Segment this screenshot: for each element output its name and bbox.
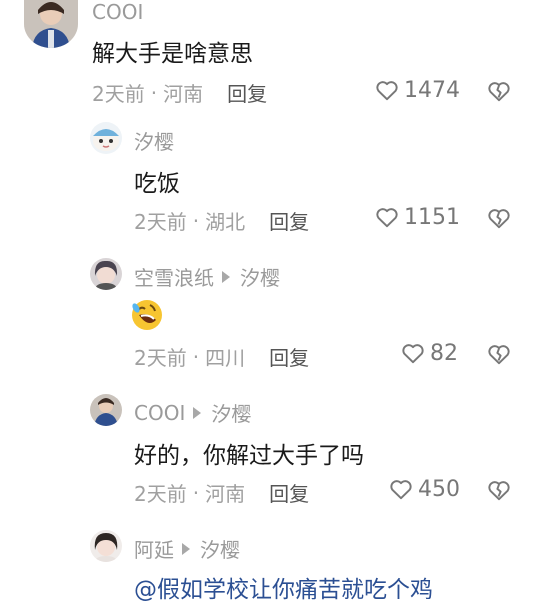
like-count: 1151 bbox=[404, 204, 460, 230]
comment-time: 2天前 bbox=[92, 82, 145, 106]
avatar[interactable] bbox=[90, 394, 122, 426]
meta-separator: · bbox=[192, 344, 200, 369]
like-button[interactable]: 82 bbox=[400, 340, 458, 366]
like-button[interactable]: 1151 bbox=[374, 204, 460, 230]
reply-button[interactable]: 回复 bbox=[269, 478, 309, 507]
meta-separator: · bbox=[192, 480, 200, 505]
like-button[interactable]: 450 bbox=[388, 476, 460, 502]
comment-text-mention[interactable]: @假如学校让你痛苦就吃个鸡 bbox=[134, 570, 433, 604]
heart-outline-icon bbox=[390, 480, 412, 500]
comment-text: 吃饭 bbox=[134, 171, 180, 197]
comment-username[interactable]: COOI 汐樱 bbox=[134, 398, 251, 427]
reply-button[interactable]: 回复 bbox=[269, 206, 309, 235]
broken-heart-icon[interactable] bbox=[486, 205, 512, 231]
comment-location: 河南 bbox=[205, 482, 246, 506]
comment-location: 河南 bbox=[163, 82, 204, 106]
username-text[interactable]: COOI bbox=[134, 401, 185, 425]
comment-time: 2天前 bbox=[134, 210, 187, 234]
username-text[interactable]: 阿延 bbox=[134, 534, 174, 563]
comment-meta: 2天前 · 四川 回复 bbox=[134, 342, 309, 371]
broken-heart-icon[interactable] bbox=[486, 78, 512, 104]
avatar-image bbox=[90, 258, 122, 290]
comment-thread: COOI 解大手是啥意思 2天前 · 河南 回复 1474 汐樱 吃饭 2天前 … bbox=[0, 0, 540, 612]
comment-meta: 2天前 · 湖北 回复 bbox=[134, 206, 309, 235]
reply-button[interactable]: 回复 bbox=[227, 78, 267, 107]
broken-heart-icon[interactable] bbox=[486, 477, 512, 503]
avatar[interactable] bbox=[90, 530, 122, 562]
reply-arrow-icon bbox=[222, 270, 230, 283]
meta-separator: · bbox=[150, 80, 158, 105]
comment-username[interactable]: COOI bbox=[92, 0, 143, 24]
comment-location: 四川 bbox=[205, 346, 246, 370]
meta-separator: · bbox=[192, 208, 200, 233]
avatar[interactable] bbox=[90, 258, 122, 290]
reply-arrow-icon bbox=[182, 542, 190, 555]
avatar[interactable] bbox=[24, 0, 78, 48]
like-count: 82 bbox=[430, 340, 458, 366]
comment-time: 2天前 bbox=[134, 346, 187, 370]
like-count: 450 bbox=[418, 476, 460, 502]
comment-username[interactable]: 阿延 汐樱 bbox=[134, 534, 240, 563]
heart-outline-icon bbox=[376, 81, 398, 101]
reply-button[interactable]: 回复 bbox=[269, 342, 309, 371]
avatar-image bbox=[90, 122, 122, 154]
comment-text: 好的，你解过大手了吗 bbox=[134, 443, 364, 469]
avatar-image bbox=[90, 394, 122, 426]
comment-meta: 2天前 · 河南 回复 bbox=[134, 478, 309, 507]
broken-heart-icon[interactable] bbox=[486, 341, 512, 367]
heart-outline-icon bbox=[402, 344, 424, 364]
reply-to-username[interactable]: 汐樱 bbox=[211, 398, 251, 427]
comment-meta: 2天前 · 河南 回复 bbox=[92, 78, 267, 107]
username-text[interactable]: 汐樱 bbox=[134, 126, 174, 155]
comment-location: 湖北 bbox=[205, 210, 246, 234]
comment-username[interactable]: 汐樱 bbox=[134, 126, 174, 155]
username-text[interactable]: COOI bbox=[92, 0, 143, 24]
comment-time: 2天前 bbox=[134, 482, 187, 506]
like-count: 1474 bbox=[404, 77, 460, 103]
reply-arrow-icon bbox=[193, 406, 202, 419]
heart-outline-icon bbox=[376, 208, 398, 228]
comment-username[interactable]: 空雪浪纸 汐樱 bbox=[134, 262, 280, 291]
like-button[interactable]: 1474 bbox=[374, 77, 460, 103]
avatar-image bbox=[90, 530, 122, 562]
avatar-image bbox=[24, 0, 78, 48]
comment-text: 解大手是啥意思 bbox=[92, 41, 253, 67]
avatar[interactable] bbox=[90, 122, 122, 154]
reply-to-username[interactable]: 汐樱 bbox=[240, 262, 280, 291]
reply-to-username[interactable]: 汐樱 bbox=[200, 534, 240, 563]
rolling-laughing-emoji-icon bbox=[132, 300, 162, 330]
username-text[interactable]: 空雪浪纸 bbox=[134, 262, 214, 291]
